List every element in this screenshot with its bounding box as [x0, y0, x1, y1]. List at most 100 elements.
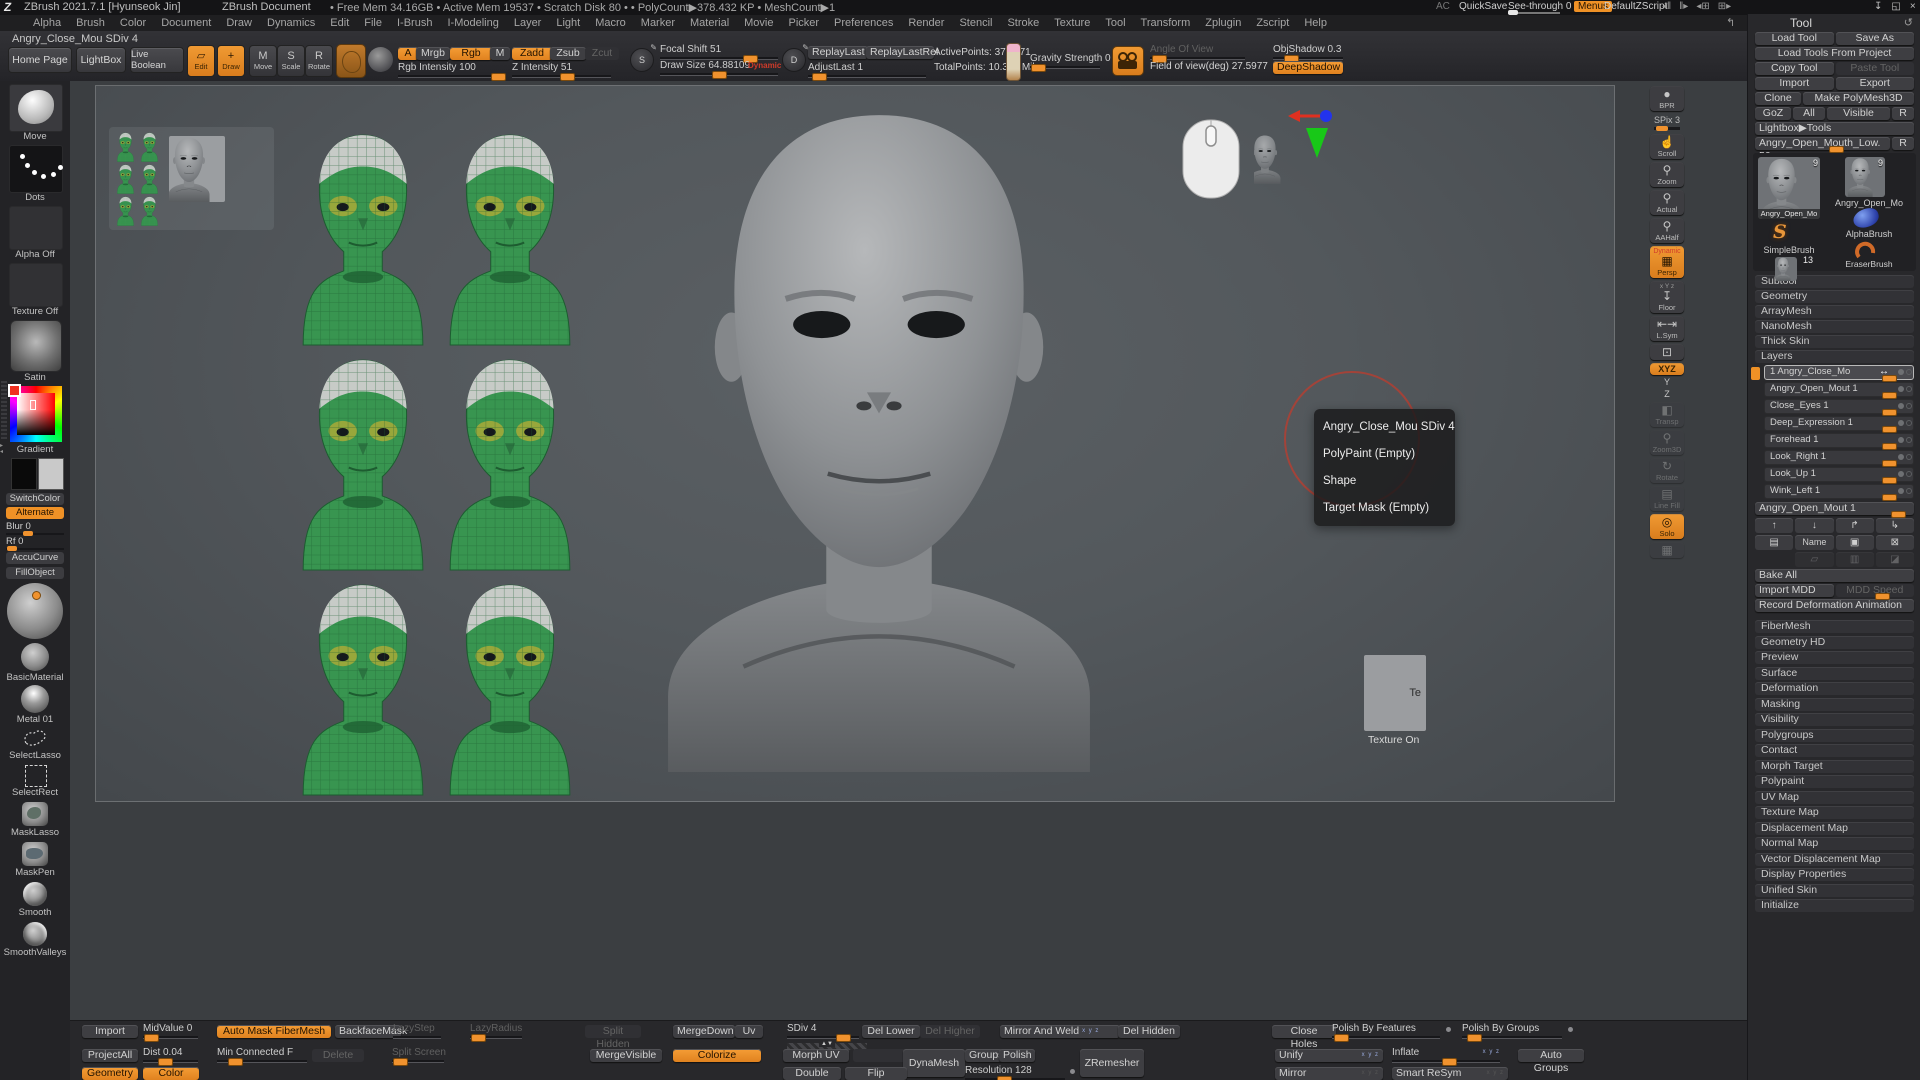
goz-button[interactable]: GoZ	[1755, 107, 1791, 120]
color-sphere-preview[interactable]	[7, 583, 63, 639]
layer-row-forehead-1[interactable]: Forehead 1	[1764, 433, 1914, 448]
paste-tool-button[interactable]: Paste Tool	[1836, 62, 1915, 75]
rgb-toggle[interactable]: Rgb	[450, 47, 492, 60]
make-polymesh3d-button[interactable]: Make PolyMesh3D	[1803, 92, 1914, 105]
layer-op-move-up-icon[interactable]: ↑	[1755, 518, 1793, 533]
tool-r-button[interactable]: R	[1892, 137, 1914, 150]
menu-movie[interactable]: Movie	[741, 17, 776, 29]
menu-tool[interactable]: Tool	[1102, 17, 1128, 29]
layer-row-deep-expression-1[interactable]: Deep_Expression 1	[1764, 416, 1914, 431]
titlebar-icon-dock-right-icon[interactable]: ⊞▸	[1718, 1, 1731, 12]
lazy-step-slider[interactable]: LazyStep	[393, 1023, 441, 1039]
layer-op-delete-layer-icon[interactable]: ⊠	[1876, 535, 1914, 550]
alternate-button[interactable]: Alternate	[6, 507, 64, 519]
menu-macro[interactable]: Macro	[592, 17, 629, 29]
section-geometry-hd[interactable]: Geometry HD	[1755, 636, 1914, 649]
auto-mask-fibermesh-button[interactable]: Auto Mask FiberMesh	[217, 1025, 331, 1038]
mdd-speed-slider[interactable]: MDD Speed	[1836, 584, 1915, 597]
basic-material-thumb[interactable]	[21, 643, 49, 671]
shelf-aahalf-icon[interactable]: ⚲ AAHalf	[1650, 218, 1684, 243]
z-intensity-slider[interactable]: Z Intensity 51	[512, 62, 611, 78]
min-connected-slider[interactable]: Min Connected F	[217, 1047, 307, 1063]
mrgb-toggle[interactable]: Mrgb	[416, 47, 450, 60]
layer-intensity-slider[interactable]: Angry_Open_Mout 1	[1755, 502, 1914, 515]
groups-button[interactable]: Groups	[965, 1049, 1003, 1062]
layer-row-look-right-1[interactable]: Look_Right 1	[1764, 450, 1914, 465]
export-tool-button[interactable]: Export	[1836, 77, 1915, 90]
resolution-slider[interactable]: Resolution 128	[965, 1065, 1065, 1080]
section-normal-map[interactable]: Normal Map	[1755, 837, 1914, 850]
angle-of-view-slider[interactable]: Angle Of View	[1150, 44, 1245, 60]
flip-button[interactable]: Flip	[845, 1067, 907, 1080]
layer-op-split-layer-icon[interactable]: ▱	[1795, 552, 1833, 567]
color-picker[interactable]	[10, 386, 62, 442]
draw-button[interactable]: + Draw	[217, 45, 245, 77]
double-button[interactable]: Double	[783, 1067, 841, 1080]
unify-button[interactable]: Unifyx y z	[1275, 1049, 1383, 1062]
dist-slider[interactable]: Dist 0.04	[143, 1047, 198, 1063]
shelf-floor-icon[interactable]: x Y z ↧ Floor	[1650, 281, 1684, 313]
alpha-thumb[interactable]	[9, 206, 63, 250]
close-holes-button[interactable]: Close Holes	[1272, 1025, 1336, 1038]
import-button[interactable]: Import	[82, 1025, 138, 1038]
section-contact[interactable]: Contact	[1755, 744, 1914, 757]
delete-button[interactable]: Delete	[312, 1049, 364, 1062]
menu-draw[interactable]: Draw	[223, 17, 255, 29]
shelf-xyz-toggle[interactable]: XYZ	[1650, 363, 1684, 375]
layer-intensity-knob[interactable]	[1882, 375, 1897, 382]
current-stroke-preview[interactable]	[368, 47, 393, 72]
morph-uv-button[interactable]: Morph UV	[783, 1049, 849, 1062]
menu-picker[interactable]: Picker	[785, 17, 822, 29]
section-masking[interactable]: Masking	[1755, 698, 1914, 711]
polish-by-features-slider[interactable]: Polish By Features	[1332, 1023, 1440, 1039]
project-all-button[interactable]: ProjectAll	[82, 1049, 138, 1062]
polish-features-mode-dot[interactable]	[1446, 1027, 1451, 1032]
midvalue-slider[interactable]: MidValue 0	[143, 1023, 198, 1039]
shelf-rotate3d-icon[interactable]: ↻ Rotate	[1650, 458, 1684, 483]
layer-row-1-angry-close-mo[interactable]: 1 Angry_Close_Mo	[1764, 365, 1914, 380]
canvas-area[interactable]: Angry_Close_Mou SDiv 4PolyPaint (Empty)S…	[70, 81, 1747, 1020]
menu-i-modeling[interactable]: I-Modeling	[444, 17, 501, 29]
edit-button[interactable]: ▱ Edit	[187, 45, 215, 77]
menu-color[interactable]: Color	[117, 17, 149, 29]
shelf-zoom-icon[interactable]: ⚲ Zoom	[1650, 162, 1684, 187]
record-deformation-button[interactable]: Record Deformation Animation	[1755, 599, 1914, 612]
window-control-minimize-icon[interactable]: ↧	[1874, 1, 1882, 12]
adjust-dial-icon[interactable]: D	[782, 48, 806, 72]
menu-alpha[interactable]: Alpha	[30, 17, 64, 29]
shelf-z-toggle[interactable]: Z	[1650, 390, 1684, 399]
obj-shadow-slider[interactable]: ObjShadow 0.3	[1273, 44, 1343, 60]
focal-dial-icon[interactable]: S	[630, 48, 654, 72]
shelf-local-sym-icon[interactable]: ⇤⇥ L.Sym	[1650, 316, 1684, 341]
rotate-button[interactable]: R Rotate	[305, 45, 333, 77]
section-vector-displacement-map[interactable]: Vector Displacement Map	[1755, 853, 1914, 866]
zadd-toggle[interactable]: Zadd	[512, 47, 552, 60]
copy-tool-button[interactable]: Copy Tool	[1755, 62, 1834, 75]
layer-intensity-knob[interactable]	[1882, 409, 1897, 416]
section-thick-skin[interactable]: Thick Skin	[1755, 335, 1914, 348]
polish-groups-mode-dot[interactable]	[1568, 1027, 1573, 1032]
gravity-strength-slider[interactable]: Gravity Strength 0	[1030, 53, 1100, 69]
import-tool-button[interactable]: Import	[1755, 77, 1834, 90]
shelf-actual-icon[interactable]: ⚲ Actual	[1650, 190, 1684, 215]
see-through-track[interactable]	[1508, 12, 1560, 14]
load-tool-button[interactable]: Load Tool	[1755, 32, 1834, 45]
lazy-radius-slider[interactable]: LazyRadius	[470, 1023, 522, 1039]
section-geometry[interactable]: Geometry	[1755, 290, 1914, 303]
document-viewport[interactable]: Angry_Close_Mou SDiv 4PolyPaint (Empty)S…	[95, 85, 1615, 802]
inflate-slider[interactable]: Inflatex y z	[1392, 1047, 1500, 1063]
eraser-brush-icon[interactable]	[1855, 241, 1877, 261]
section-display-properties[interactable]: Display Properties	[1755, 868, 1914, 881]
lightbox-button[interactable]: LightBox	[76, 47, 126, 73]
uv-button[interactable]: Uv	[735, 1025, 763, 1038]
zcut-toggle[interactable]: Zcut	[585, 47, 619, 60]
menu-file[interactable]: File	[361, 17, 385, 29]
camera-icon[interactable]	[1112, 46, 1144, 76]
smart-resym-button[interactable]: Smart ReSymx y z	[1392, 1067, 1508, 1080]
section-arraymesh[interactable]: ArrayMesh	[1755, 305, 1914, 318]
menu-brush[interactable]: Brush	[73, 17, 108, 29]
layer-op-merge-down-icon[interactable]: ▥	[1836, 552, 1874, 567]
rf-slider[interactable]: Rf 0	[6, 536, 64, 550]
shelf-solo-icon[interactable]: ◎ Solo	[1650, 514, 1684, 539]
resolution-mode-dot[interactable]	[1070, 1069, 1075, 1074]
